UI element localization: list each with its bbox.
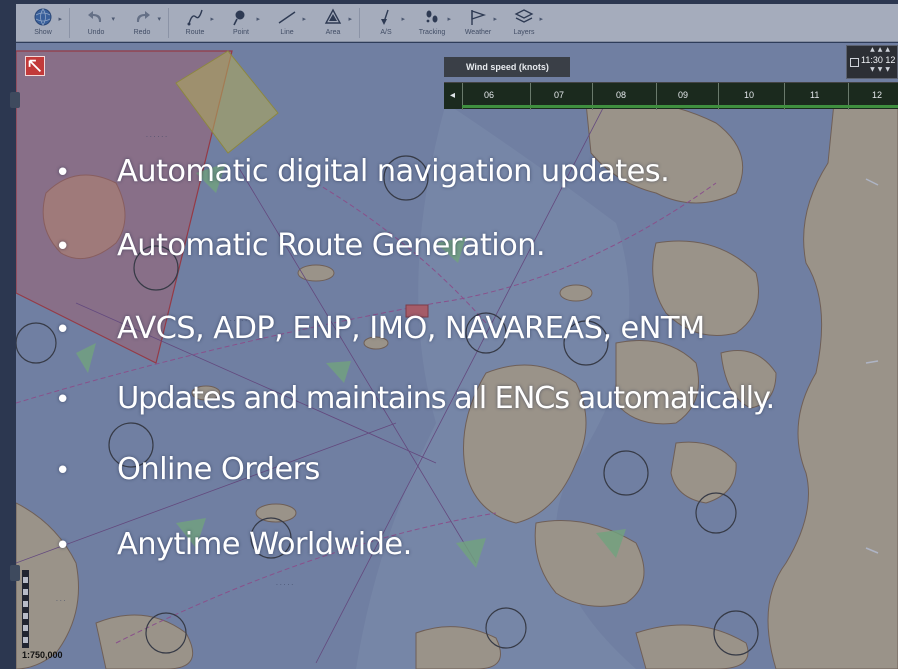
bullet-item: • Automatic digital navigation updates. [55, 154, 670, 189]
bullet-dot: • [55, 315, 70, 345]
bullet-dot: • [55, 456, 70, 486]
feature-bullet-list: • Automatic digital navigation updates. … [0, 0, 898, 669]
bullet-dot: • [55, 531, 70, 561]
bullet-text: Online Orders [117, 452, 320, 487]
bullet-text: Updates and maintains all ENCs automatic… [117, 381, 775, 416]
bullet-text: AVCS, ADP, ENP, IMO, NAVAREAS, eNTM [117, 311, 705, 346]
bullet-text: Anytime Worldwide. [117, 527, 412, 562]
bullet-text: Automatic Route Generation. [117, 228, 546, 263]
bullet-item: • Automatic Route Generation. [55, 228, 546, 263]
bullet-dot: • [55, 232, 70, 262]
bullet-text: Automatic digital navigation updates. [117, 154, 670, 189]
bullet-dot: • [55, 385, 70, 415]
bullet-item: • Updates and maintains all ENCs automat… [55, 381, 775, 416]
bullet-dot: • [55, 158, 70, 188]
bullet-item: • Anytime Worldwide. [55, 527, 412, 562]
bullet-item: • AVCS, ADP, ENP, IMO, NAVAREAS, eNTM [55, 311, 705, 346]
bullet-item: • Online Orders [55, 452, 320, 487]
